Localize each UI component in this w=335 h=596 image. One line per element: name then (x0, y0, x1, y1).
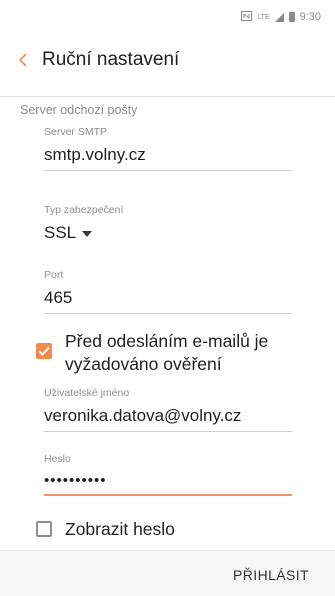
section-title: Server odchozí pošty (20, 103, 138, 117)
dropdown-arrow-icon (82, 231, 93, 237)
field-underline-active (44, 494, 292, 496)
smtp-server-field[interactable]: Server SMTP smtp.volny.cz (44, 126, 292, 171)
page-title: Ruční nastavení (42, 49, 180, 70)
port-input[interactable]: 465 (44, 288, 292, 308)
signal-icon (274, 12, 284, 22)
auth-required-checkbox-row[interactable]: Před odesláním e-mailů je vyžadováno ově… (36, 330, 268, 376)
field-label: Uživatelské jméno (44, 387, 130, 399)
password-input[interactable]: •••••••••• (44, 472, 292, 489)
field-underline (44, 313, 292, 314)
status-time: 9:30 (299, 11, 321, 23)
security-type-field[interactable]: Typ zabezpečení SSL (44, 204, 292, 243)
label-line: vyžadováno ověření (65, 354, 222, 374)
field-label: Server SMTP (44, 126, 108, 138)
smtp-server-input[interactable]: smtp.volny.cz (44, 145, 292, 165)
show-password-label: Zobrazit heslo (65, 519, 175, 539)
show-password-checkbox-row[interactable]: Zobrazit heslo (36, 518, 175, 541)
app-bar: Ruční nastavení (0, 34, 335, 86)
field-label: Heslo (44, 453, 71, 465)
field-underline (44, 431, 292, 432)
chevron-left-icon[interactable] (6, 34, 40, 86)
auth-required-label: Před odesláním e-mailů je vyžadováno ově… (65, 330, 268, 376)
password-field[interactable]: Heslo •••••••••• (44, 453, 292, 496)
login-button[interactable]: PŘIHLÁSIT (233, 567, 309, 583)
bottom-action-bar: PŘIHLÁSIT (0, 550, 335, 596)
battery-icon (288, 12, 295, 22)
security-type-value: SSL (44, 223, 77, 242)
auth-required-checkbox[interactable] (36, 343, 52, 359)
nfc-icon (241, 10, 253, 24)
port-field[interactable]: Port 465 (44, 269, 292, 314)
field-underline (44, 170, 292, 171)
username-field[interactable]: Uživatelské jméno veronika.datova@volny.… (44, 387, 292, 432)
security-type-select[interactable]: SSL (44, 223, 292, 243)
username-input[interactable]: veronika.datova@volny.cz (44, 406, 292, 426)
field-label: Port (44, 269, 64, 281)
lte-icon: LTE (257, 13, 270, 21)
show-password-checkbox[interactable] (36, 521, 52, 537)
section-divider (0, 96, 335, 97)
label-line: Před odesláním e-mailů je (65, 331, 269, 351)
field-label: Typ zabezpečení (44, 204, 124, 216)
status-bar: LTE 9:30 (0, 0, 335, 34)
